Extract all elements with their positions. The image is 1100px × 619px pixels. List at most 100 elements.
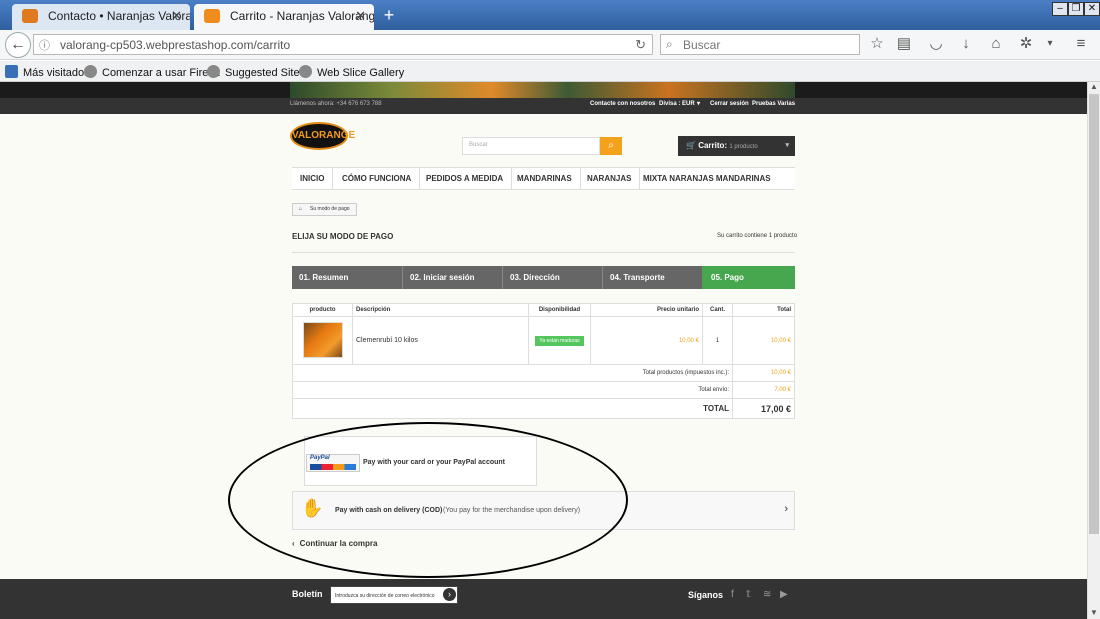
scroll-thumb[interactable] — [1089, 94, 1099, 534]
youtube-icon[interactable]: ▶ — [780, 589, 788, 600]
newsletter-input[interactable]: Introduzca su dirección de correo electr… — [330, 586, 458, 604]
bookmark-mas-visitados[interactable]: Más visitados — [5, 65, 90, 79]
shipping-label: Total envío: — [292, 381, 733, 399]
minimize-button[interactable]: – — [1052, 2, 1068, 16]
menu-inicio[interactable]: INICIO — [292, 168, 334, 189]
page-title: ELIJA SU MODO DE PAGO — [292, 232, 394, 241]
shop-search-input[interactable]: Buscar — [462, 137, 600, 155]
home-icon[interactable]: ⌂ — [299, 206, 302, 212]
globe-icon — [207, 65, 220, 78]
cart-count: 1 producto — [729, 144, 758, 150]
bookmark-suggested-sites[interactable]: Suggested Sites — [207, 65, 305, 79]
scroll-down-icon[interactable]: ▼ — [1090, 608, 1098, 617]
menu-como-funciona[interactable]: CÓMO FUNCIONA — [334, 168, 421, 189]
cart-table: producto Descripción Disponibilidad Prec… — [292, 303, 795, 419]
home-icon[interactable]: ⌂ — [985, 34, 1007, 54]
extension-icon[interactable]: ✲ — [1015, 34, 1037, 54]
rss-icon[interactable]: ≋ — [763, 589, 771, 600]
cart-icon: 🛒 — [686, 141, 696, 150]
maximize-button[interactable]: ❐ — [1068, 2, 1084, 16]
new-tab-button[interactable]: + — [378, 5, 400, 25]
tab-contacto[interactable]: Contacto • Naranjas Valoran... ✕ — [12, 4, 190, 30]
table-row: Clemenrubí 10 kilos Ya estan maduras 10,… — [292, 316, 795, 365]
bookmark-comenzar[interactable]: Comenzar a usar Firef... — [84, 65, 221, 79]
menu-naranjas[interactable]: NARANJAS — [579, 168, 641, 189]
shipping-value: 7,00 € — [732, 381, 795, 399]
bookmark-label: Más visitados — [23, 67, 90, 79]
scroll-up-icon[interactable]: ▲ — [1090, 82, 1098, 91]
facebook-icon[interactable]: f — [731, 589, 734, 600]
phone-number: Llámenos ahora: +34 676 673 788 — [290, 101, 382, 107]
newsletter-submit-icon[interactable]: › — [443, 588, 456, 601]
table-header-row: producto Descripción Disponibilidad Prec… — [292, 303, 795, 317]
bookmark-star-icon[interactable]: ☆ — [866, 34, 888, 54]
close-tab-icon[interactable]: ✕ — [355, 4, 366, 28]
total-value: 17,00 € — [732, 398, 795, 419]
cart-label: Carrito: — [698, 141, 728, 150]
menu-icon[interactable]: ≡ — [1070, 34, 1092, 54]
page-scrollbar[interactable]: ▲ ▼ — [1087, 82, 1100, 619]
web-page: Llámenos ahora: +34 676 673 788 Contacte… — [0, 82, 1087, 619]
twitter-icon[interactable]: 𝕥 — [746, 589, 751, 600]
search-icon: ⌕ — [608, 140, 614, 151]
footer — [0, 579, 1087, 619]
valorange-logo[interactable]: VALORANGE — [290, 122, 355, 150]
step-transporte[interactable]: 04. Transporte — [602, 266, 702, 289]
logout-link[interactable]: Cerrar sesión — [710, 101, 749, 107]
tab-carrito[interactable]: Carrito - Naranjas Valorange. ... ✕ — [194, 4, 374, 30]
col-cant: Cant. — [702, 303, 733, 317]
product-image[interactable] — [302, 321, 343, 358]
back-button[interactable]: ← — [5, 32, 31, 58]
account-link[interactable]: Pruebas Varias — [752, 101, 795, 107]
favicon-icon — [204, 9, 220, 23]
follow-title: Síganos — [688, 590, 724, 600]
tab-title: Contacto • Naranjas Valoran... — [48, 9, 190, 23]
product-description[interactable]: Clemenrubí 10 kilos — [352, 316, 529, 365]
unit-price: 10,00 € — [590, 316, 703, 365]
chevron-down-icon: ▾ — [785, 142, 789, 149]
step-direccion[interactable]: 03. Dirección — [502, 266, 602, 289]
col-producto: producto — [292, 303, 353, 317]
globe-icon — [299, 65, 312, 78]
contact-link[interactable]: Contacte con nosotros — [590, 101, 655, 107]
menu-mixta[interactable]: MIXTA NARANJAS MANDARINAS — [635, 168, 779, 189]
step-resumen[interactable]: 01. Resumen — [292, 266, 402, 289]
browser-search-input[interactable]: ⌕ Buscar — [660, 34, 860, 55]
menu-pedidos-a-medida[interactable]: PEDIDOS A MEDIDA — [418, 168, 513, 189]
breadcrumb-current: Su modo de pago — [310, 206, 350, 212]
close-tab-icon[interactable]: ✕ — [171, 4, 182, 28]
product-cell — [292, 316, 353, 365]
extension-menu-icon[interactable]: ▾ — [1039, 34, 1061, 54]
divider — [292, 252, 795, 253]
tab-title: Carrito - Naranjas Valorange. ... — [230, 9, 374, 23]
main-menu: INICIO CÓMO FUNCIONA PEDIDOS A MEDIDA MA… — [292, 167, 795, 190]
shop-top-bar — [0, 98, 1087, 114]
url-bar[interactable]: ⓘ valorang-cp503.webprestashop.com/carri… — [33, 34, 653, 55]
bookmark-label: Suggested Sites — [225, 67, 306, 79]
total-label: TOTAL — [292, 398, 733, 419]
download-icon[interactable]: ↓ — [955, 34, 977, 54]
reading-list-icon[interactable]: ▤ — [893, 34, 915, 54]
favicon-icon — [22, 9, 38, 23]
currency-selector[interactable]: Divisa : EUR — [659, 101, 695, 107]
shipping-row: Total envío: 7,00 € — [292, 381, 795, 399]
chevron-right-icon: › — [784, 503, 788, 515]
newsletter-title: Boletín — [292, 589, 323, 599]
search-placeholder: Buscar — [469, 142, 488, 148]
close-window-button[interactable]: ✕ — [1084, 2, 1100, 16]
pocket-icon[interactable]: ◡ — [925, 34, 947, 54]
step-iniciar-sesion[interactable]: 02. Iniciar sesión — [402, 266, 502, 289]
menu-mandarinas[interactable]: MANDARINAS — [509, 168, 581, 189]
bookmark-label: Web Slice Gallery — [317, 67, 405, 79]
reload-icon[interactable]: ↻ — [635, 37, 646, 53]
search-button[interactable]: ⌕ — [600, 137, 622, 155]
bookmark-label: Comenzar a usar Firef... — [102, 67, 221, 79]
newsletter-placeholder: Introduzca su dirección de correo electr… — [335, 593, 435, 599]
total-products-value: 10,00 € — [732, 364, 795, 382]
info-icon[interactable]: ⓘ — [39, 37, 50, 53]
bookmark-web-slice-gallery[interactable]: Web Slice Gallery — [299, 65, 404, 79]
cart-block[interactable]: 🛒 Carrito: 1 producto ▾ — [678, 136, 795, 156]
oranges-banner-image — [290, 82, 795, 98]
step-pago: 05. Pago — [702, 266, 795, 289]
chevron-down-icon[interactable]: ▾ — [697, 100, 700, 107]
